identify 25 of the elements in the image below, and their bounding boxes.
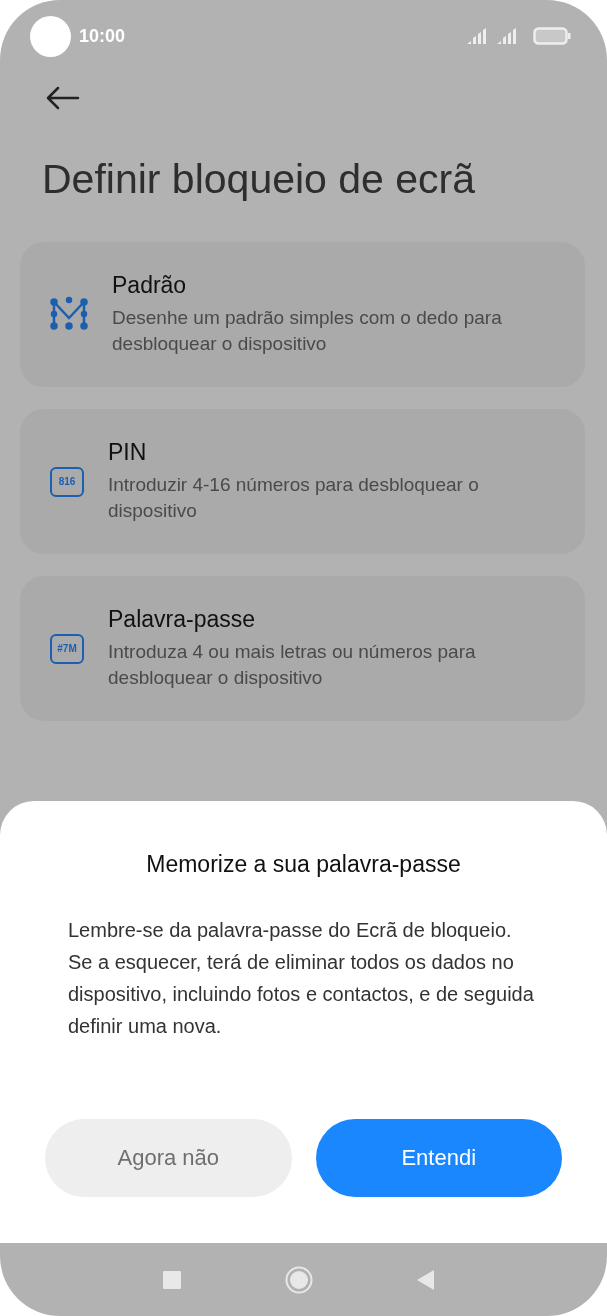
camera-cutout [30, 15, 71, 57]
lock-option-card[interactable]: Padrão Desenhe um padrão simples com o dedo para desbloquear o dispositivo [20, 242, 585, 387]
home-icon[interactable] [284, 1265, 313, 1294]
confirm-button[interactable]: Entendi [315, 1119, 562, 1197]
recents-icon[interactable] [162, 1270, 181, 1289]
option-title: Padrão [112, 272, 188, 299]
signal-icon [467, 28, 489, 44]
option-title: PIN [108, 439, 148, 466]
dialog-message: Lembre-se da palavra-passe do Ecrã de bloqueio. Se a esquecer, terá de eliminar todos os dados no dispositivo, incluindo fotos e contactos, e de seguida definir uma nova. [68, 918, 535, 1039]
back-icon[interactable] [416, 1269, 435, 1290]
battery-icon [533, 27, 571, 45]
keypad-icon: 816 [50, 466, 84, 497]
page-title: Definir bloqueio de ecrã [42, 155, 477, 204]
signal-icon [497, 28, 519, 44]
back-arrow-icon[interactable] [46, 86, 80, 110]
option-description: Introduzir 4-16 números para desbloquear o dispositivo [108, 473, 480, 523]
status-time: 10:00 [79, 25, 126, 47]
option-description: Introduza 4 ou mais letras ou números para desbloquear o dispositivo [108, 640, 477, 690]
option-description: Desenhe um padrão simples com o dedo para desbloquear o dispositivo [112, 306, 503, 356]
lock-option-card[interactable]: #7M Palavra-passe Introduza 4 ou mais letras ou números para desbloquear o dispositivo [20, 576, 585, 721]
keypad-icon: #7M [50, 633, 84, 664]
option-title: Palavra-passe [108, 606, 257, 633]
cancel-button[interactable]: Agora não [45, 1119, 292, 1197]
dialog-title: Memorize a sua palavra-passe [145, 851, 462, 878]
lock-option-card[interactable]: 816 PIN Introduzir 4-16 números para desbloquear o dispositivo [20, 409, 585, 554]
